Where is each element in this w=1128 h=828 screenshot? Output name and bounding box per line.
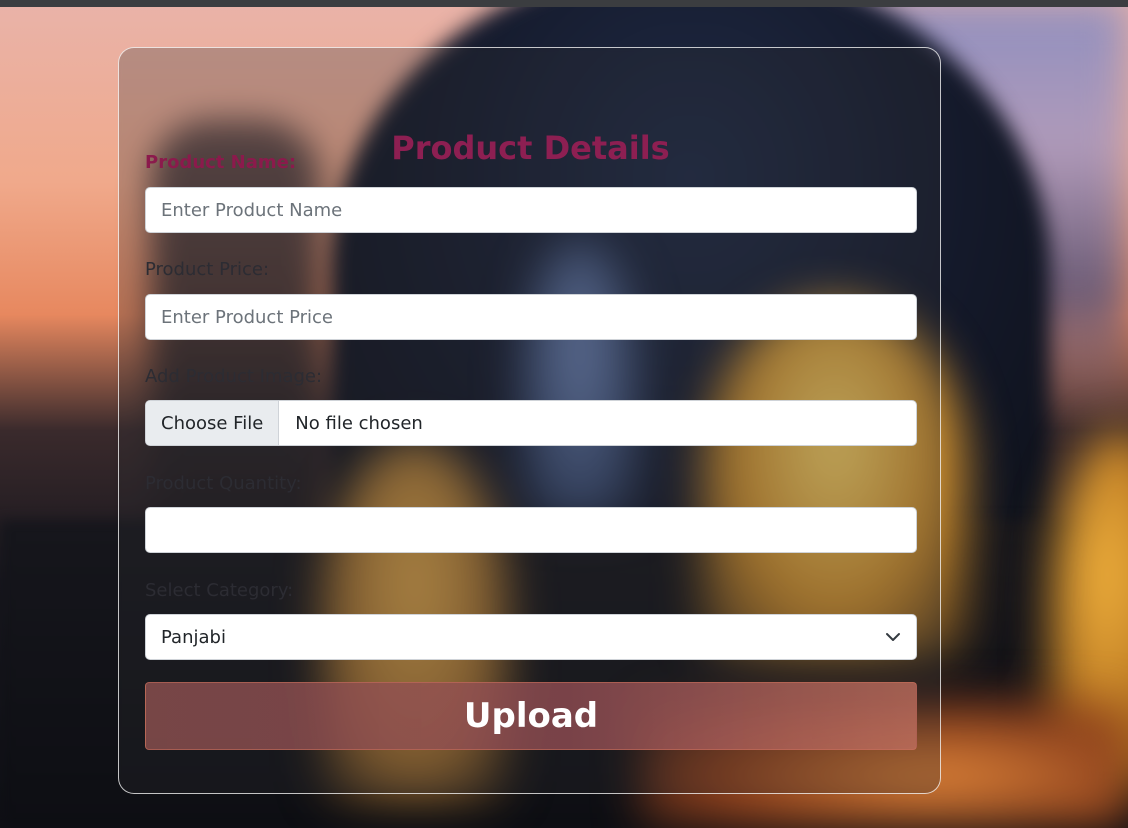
product-price-input[interactable] [145,294,917,340]
product-image-label: Add Product Image: [145,366,323,387]
product-quantity-label: Product Quantity: [145,473,302,494]
product-quantity-input[interactable] [145,507,917,553]
chevron-down-icon [886,633,900,641]
category-selected-value: Panjabi [161,626,226,648]
product-price-label: Product Price: [145,259,270,280]
choose-file-button[interactable]: Choose File [146,401,280,445]
product-form-card: Product Details Product Name: Product Pr… [118,47,941,794]
upload-button[interactable]: Upload [145,682,917,750]
category-label: Select Category: [145,580,294,601]
category-select[interactable]: Panjabi [145,614,917,660]
product-name-label: Product Name: [145,152,297,173]
product-image-file-input[interactable]: Choose File No file chosen [145,400,917,446]
file-status-text: No file chosen [295,412,423,434]
product-name-input[interactable] [145,187,917,233]
